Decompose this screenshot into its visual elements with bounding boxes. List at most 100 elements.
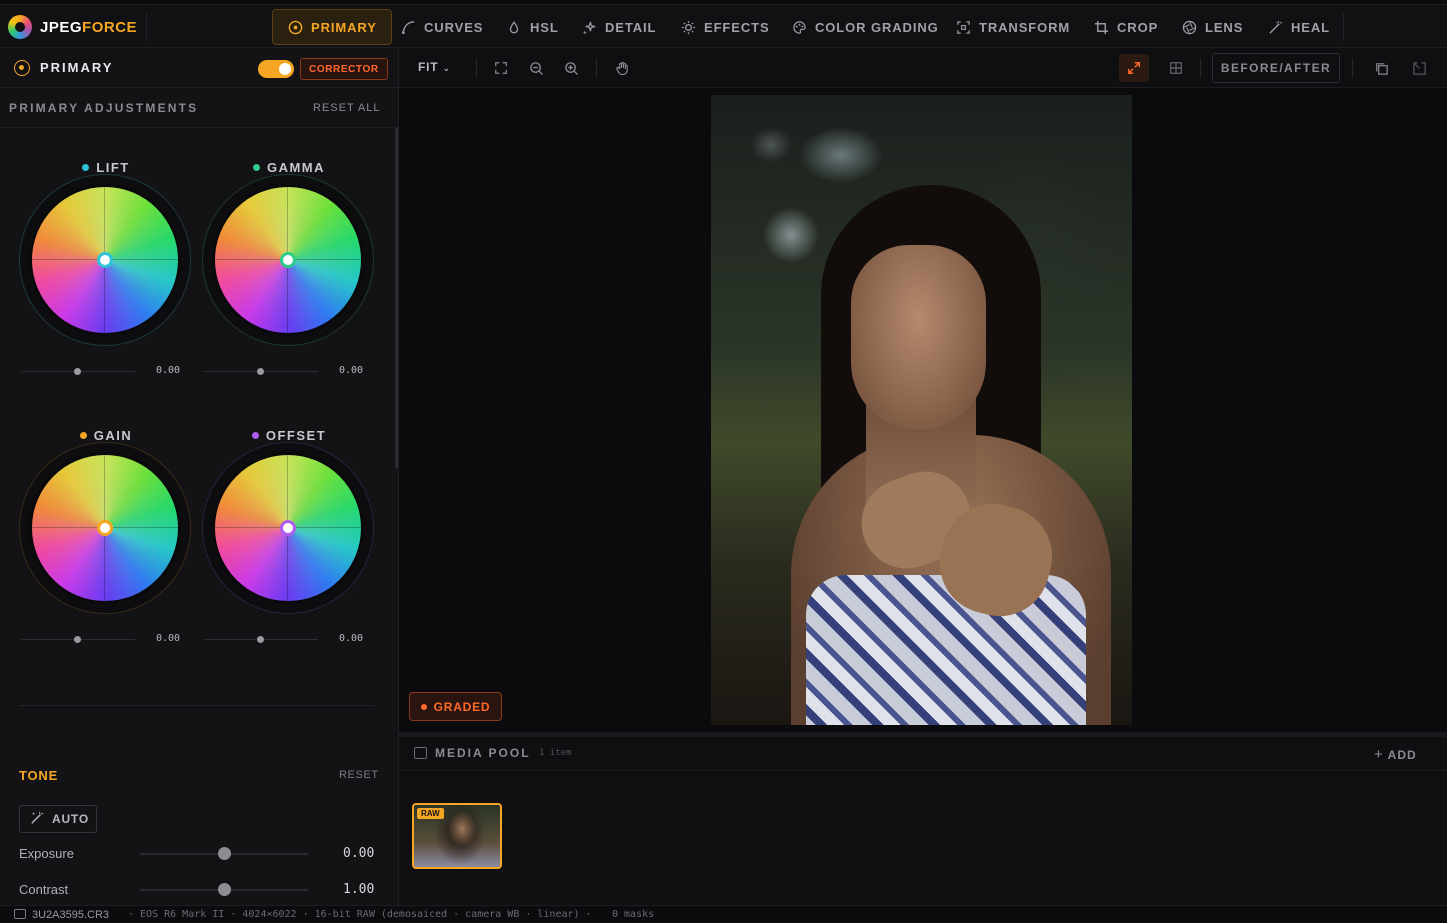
slider-thumb[interactable] — [74, 636, 81, 643]
hand-icon[interactable] — [613, 59, 631, 77]
wheel-slider[interactable] — [21, 368, 135, 375]
wheel-knob[interactable] — [97, 520, 113, 536]
wheel-knob[interactable] — [280, 520, 296, 536]
exposure-value[interactable]: 0.00 — [343, 846, 374, 861]
color-wheel[interactable] — [32, 455, 178, 601]
color-wheel[interactable] — [215, 187, 361, 333]
slider-thumb[interactable] — [218, 847, 231, 860]
auto-button[interactable]: AUTO — [19, 805, 97, 833]
sparkle-icon — [581, 19, 597, 35]
file-name: 3U2A3595.CR3 — [32, 909, 110, 921]
media-thumbnail[interactable]: RAW — [412, 803, 502, 869]
wheel-lift: LIFT 0.00 — [16, 160, 196, 400]
contrast-row: Contrast 1.00 — [19, 880, 379, 900]
photo-preview[interactable] — [711, 95, 1132, 725]
droplet-icon — [506, 19, 522, 35]
dot-icon — [82, 164, 90, 171]
slider-thumb[interactable] — [218, 883, 231, 896]
slider-thumb[interactable] — [257, 636, 264, 643]
camera-icon — [14, 909, 26, 919]
zoom-out-icon[interactable] — [527, 59, 545, 77]
dot-icon — [79, 432, 87, 439]
divider — [596, 58, 597, 78]
scrollbar[interactable] — [395, 128, 398, 468]
copy-icon[interactable] — [1372, 59, 1390, 77]
adjustments-panel: PRIMARY CORRECTOR PRIMARY ADJUSTMENTS RE… — [0, 48, 399, 905]
section-header: PRIMARY ADJUSTMENTS RESET ALL — [0, 88, 399, 128]
expand-button[interactable] — [1119, 54, 1149, 82]
frame-icon — [955, 19, 971, 35]
tab-effects[interactable]: EFFECTS — [666, 9, 784, 45]
dot-icon — [251, 432, 259, 439]
wheel-value: 0.00 — [156, 365, 181, 376]
wheel-value: 0.00 — [339, 633, 364, 644]
wheel-value: 0.00 — [339, 365, 364, 376]
tab-hsl[interactable]: HSL — [492, 9, 573, 45]
slider-thumb[interactable] — [74, 368, 81, 375]
wheel-knob[interactable] — [280, 252, 296, 268]
before-after-button[interactable]: BEFORE/AFTER — [1212, 53, 1340, 83]
wheel-value: 0.00 — [156, 633, 181, 644]
divider — [146, 13, 147, 41]
wheel-knob[interactable] — [97, 252, 113, 268]
exposure-label: Exposure — [19, 846, 74, 861]
top-bar: JPEGFORCE PRIMARY CURVES HSL DETAIL EFFE… — [0, 4, 1447, 48]
wheel-gain: GAIN 0.00 — [16, 428, 196, 668]
target-icon — [14, 60, 30, 76]
wheel-label: GAMMA — [199, 160, 379, 175]
wheel-slider[interactable] — [204, 636, 318, 643]
tone-title: TONE — [19, 768, 59, 783]
raw-badge: RAW — [417, 808, 444, 819]
divider — [476, 58, 477, 78]
corrector-badge[interactable]: CORRECTOR — [300, 58, 388, 80]
fit-dropdown[interactable]: FIT ⌄ — [418, 60, 451, 74]
aperture-icon — [1181, 19, 1197, 35]
brand[interactable]: JPEGFORCE — [8, 5, 137, 49]
tab-heal[interactable]: HEAL — [1253, 9, 1344, 45]
mask-count: 0 masks — [612, 909, 655, 920]
tab-color-grading[interactable]: COLOR GRADING — [777, 9, 953, 45]
target-icon — [287, 19, 303, 35]
crop-icon — [1093, 19, 1109, 35]
media-pool-count: 1 item — [539, 748, 572, 758]
zoom-in-icon[interactable] — [562, 59, 580, 77]
wheel-slider[interactable] — [204, 368, 318, 375]
graded-badge[interactable]: GRADED — [409, 692, 502, 721]
media-pool-title: MEDIA POOL — [435, 746, 531, 760]
slider-thumb[interactable] — [257, 368, 264, 375]
color-wheel[interactable] — [32, 187, 178, 333]
image-canvas[interactable]: GRADED — [399, 88, 1447, 732]
divider — [1343, 13, 1344, 41]
contrast-value[interactable]: 1.00 — [343, 882, 374, 897]
curve-icon — [400, 19, 416, 35]
tab-crop[interactable]: CROP — [1079, 9, 1172, 45]
tab-lens[interactable]: LENS — [1167, 9, 1257, 45]
media-pool-header: MEDIA POOL 1 item + ADD — [399, 737, 1447, 771]
contrast-label: Contrast — [19, 882, 69, 897]
media-icon — [414, 747, 427, 759]
tab-detail[interactable]: DETAIL — [567, 9, 670, 45]
wheel-label: OFFSET — [199, 428, 379, 443]
tab-transform[interactable]: TRANSFORM — [941, 9, 1084, 45]
tab-primary[interactable]: PRIMARY — [272, 9, 392, 45]
enable-toggle[interactable] — [258, 60, 294, 78]
grid-view-button[interactable] — [1161, 54, 1191, 82]
panel-header: PRIMARY CORRECTOR — [0, 48, 399, 88]
tone-reset-button[interactable]: RESET — [339, 769, 379, 781]
logo-icon — [8, 15, 32, 39]
color-wheel[interactable] — [215, 455, 361, 601]
status-bar: 3U2A3595.CR3 · EOS R6 Mark II · 4024×602… — [0, 905, 1447, 923]
export-icon[interactable] — [1410, 59, 1428, 77]
exposure-row: Exposure 0.00 — [19, 844, 379, 864]
sun-icon — [680, 19, 696, 35]
wheel-label: LIFT — [16, 160, 196, 175]
chevron-down-icon: ⌄ — [442, 63, 451, 73]
wand-icon — [30, 811, 44, 828]
reset-all-button[interactable]: RESET ALL — [313, 102, 381, 114]
wheel-slider[interactable] — [21, 636, 135, 643]
media-pool: MEDIA POOL 1 item + ADD RAW — [399, 737, 1447, 905]
tab-curves[interactable]: CURVES — [386, 9, 497, 45]
dot-icon — [252, 164, 260, 171]
add-media-button[interactable]: + ADD — [1374, 746, 1417, 763]
fullscreen-icon[interactable] — [492, 59, 510, 77]
